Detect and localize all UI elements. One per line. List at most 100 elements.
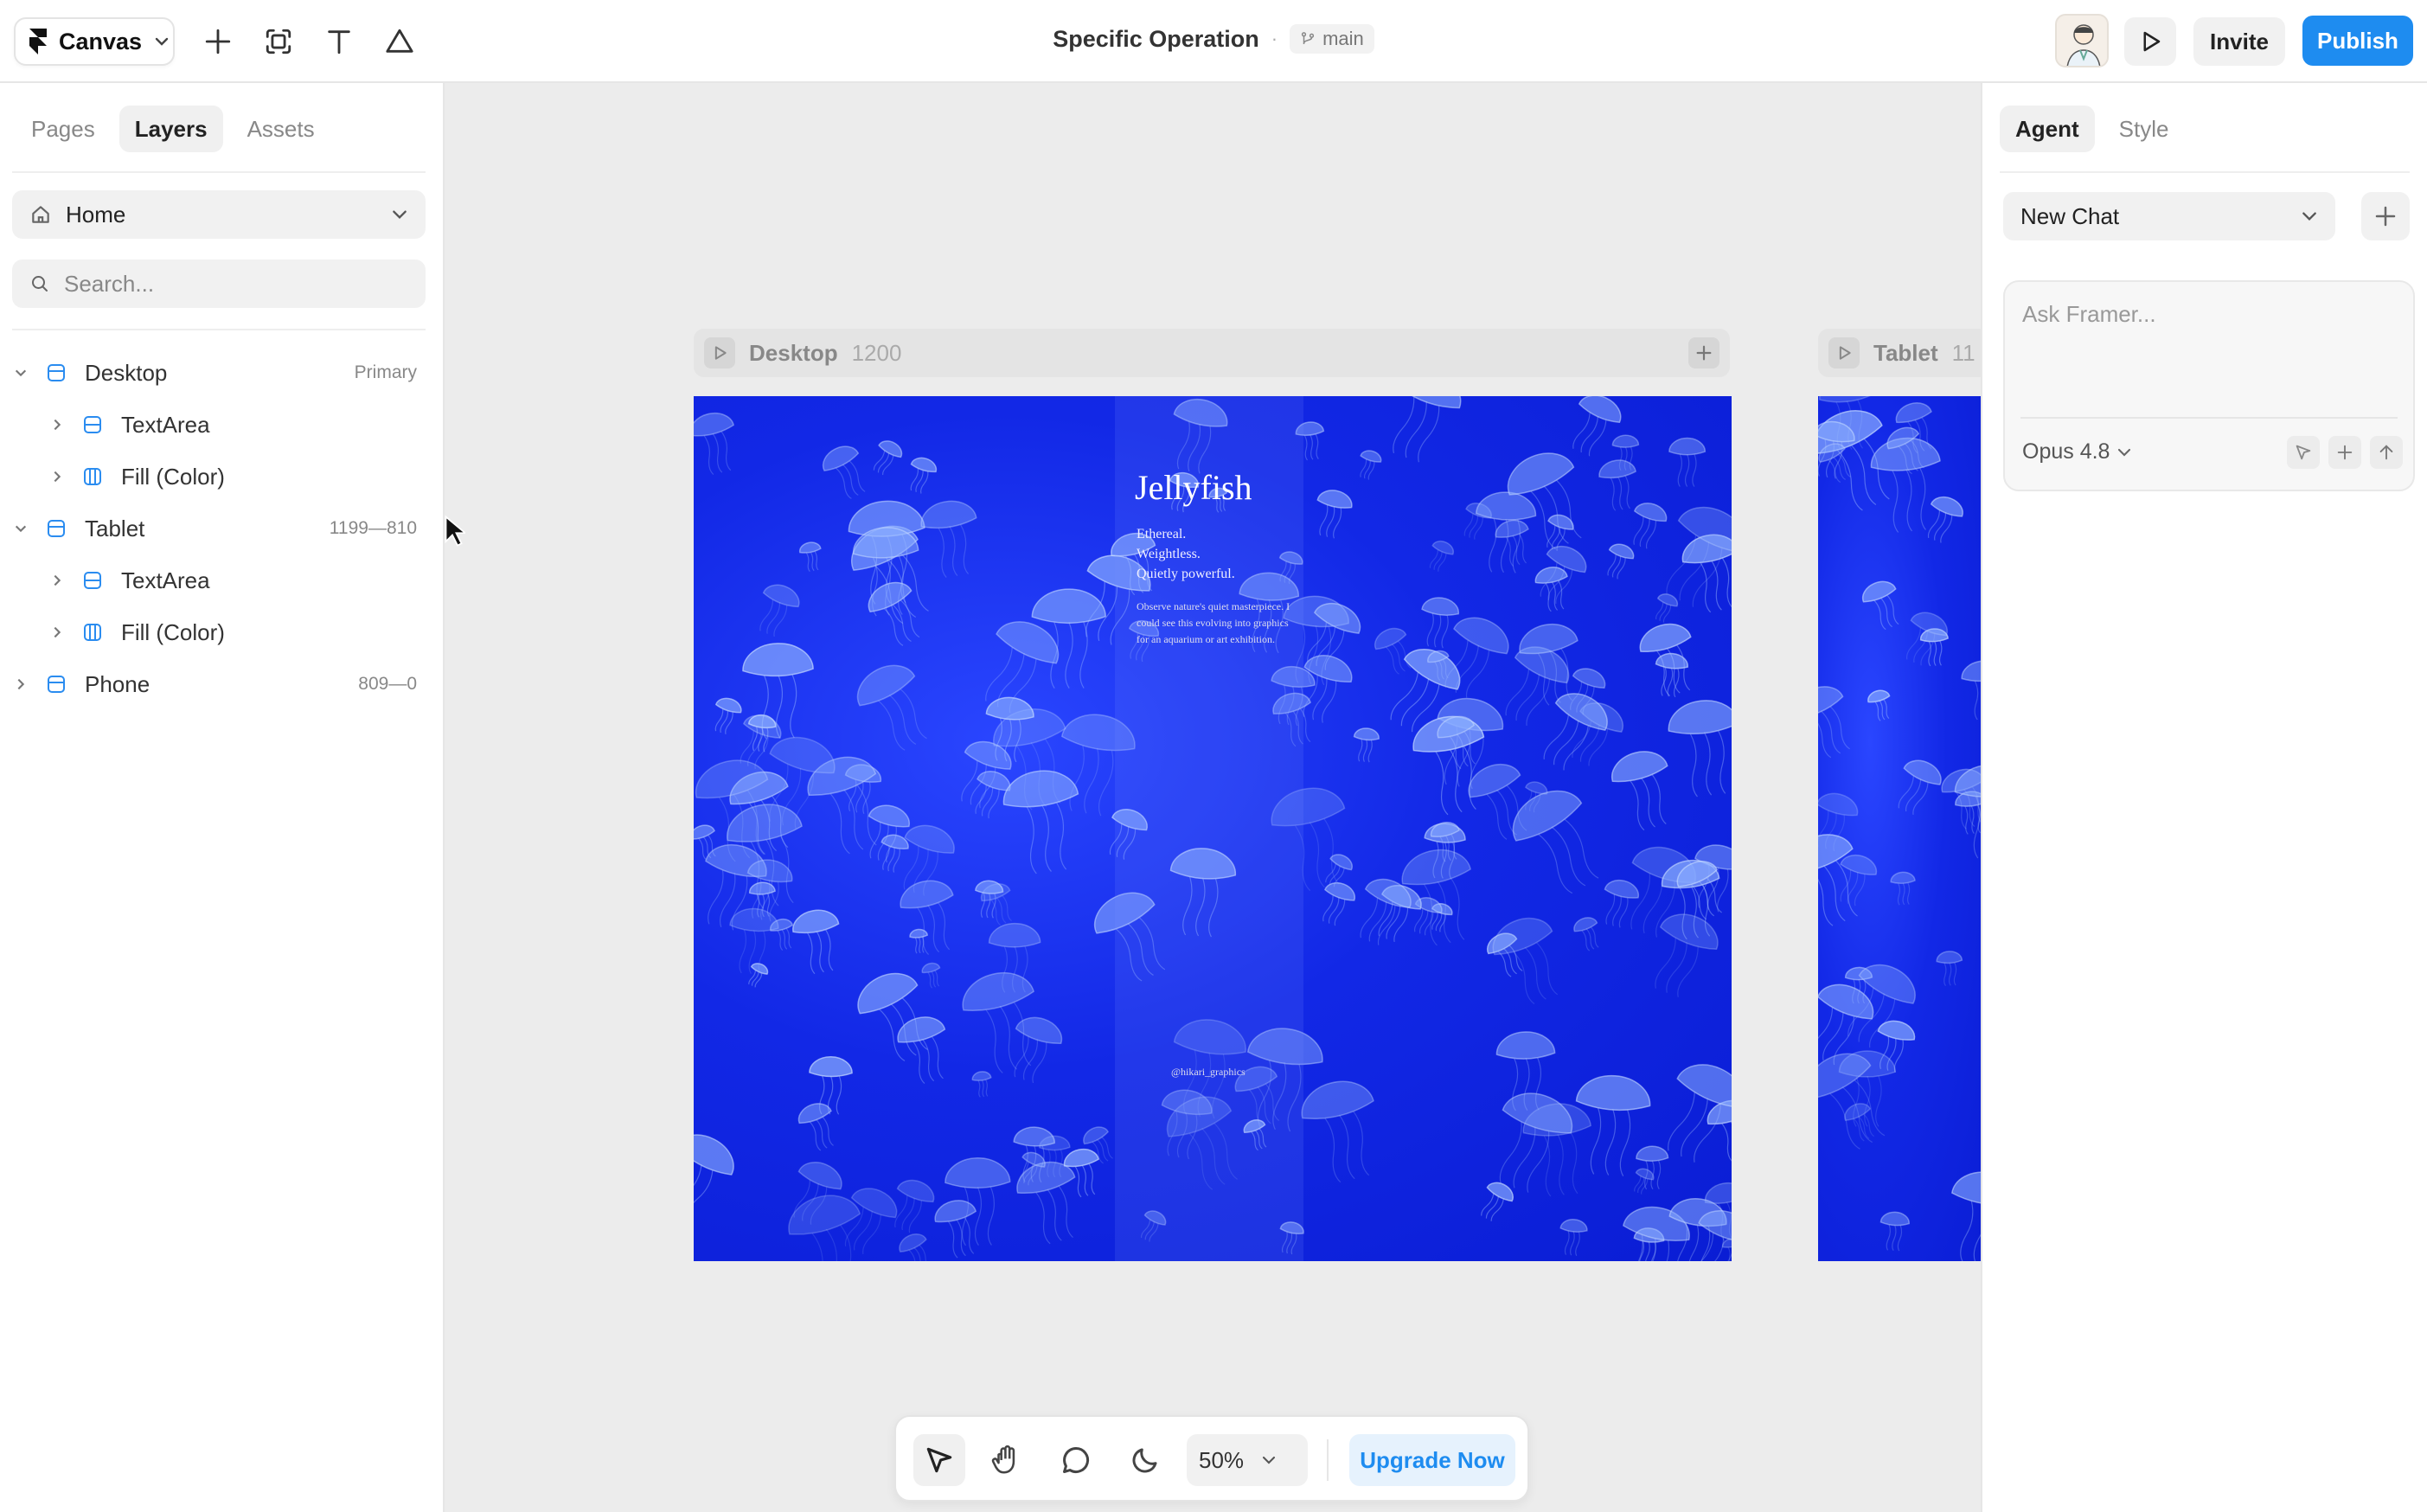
jellyfish-shape <box>1534 567 1568 612</box>
add-breakpoint-button[interactable] <box>1688 337 1719 368</box>
tab-agent[interactable]: Agent <box>2000 106 2095 152</box>
layer-row-phone[interactable]: Phone 809—0 <box>12 661 426 708</box>
search-input[interactable] <box>64 270 393 298</box>
tab-style[interactable]: Style <box>2104 106 2185 152</box>
page-select[interactable]: Home <box>12 190 426 239</box>
select-element-button[interactable] <box>2287 436 2320 469</box>
upgrade-button[interactable]: Upgrade Now <box>1349 1434 1515 1486</box>
panel-divider <box>12 171 426 173</box>
layer-row-fill-color[interactable]: Fill (Color) <box>12 453 426 500</box>
branch-name: main <box>1322 28 1364 49</box>
play-icon <box>714 346 727 360</box>
insert-tool-button[interactable] <box>199 22 237 61</box>
chat-select[interactable]: New Chat <box>2003 192 2335 240</box>
layer-row-tablet[interactable]: Tablet 1199—810 <box>12 505 426 552</box>
frame-layer-icon <box>48 520 65 537</box>
desktop-frame-artwork[interactable]: Jellyfish Ethereal. Weightless. Quietly … <box>694 396 1732 1261</box>
artwork-tagline: Ethereal. Weightless. Quietly powerful. <box>1137 524 1292 584</box>
jellyfish-shape <box>1668 437 1707 487</box>
preview-button[interactable] <box>2124 17 2176 66</box>
chevron-right-icon[interactable] <box>12 676 29 693</box>
jellyfish-shape <box>1890 871 1916 906</box>
jellyfish-shape <box>900 880 954 955</box>
jellyfish-shape <box>1668 700 1732 798</box>
plus-icon <box>1696 345 1712 361</box>
jellyfish-shape <box>797 1103 834 1151</box>
jellyfish-shape <box>1879 1211 1911 1252</box>
moon-icon <box>1132 1448 1157 1473</box>
chevron-down-icon <box>393 210 407 219</box>
select-tool-button[interactable] <box>913 1434 965 1486</box>
branch-badge[interactable]: main <box>1290 24 1374 54</box>
panel-divider <box>2000 171 2410 173</box>
frame-tool-button[interactable] <box>259 22 298 61</box>
app-menu-button[interactable]: Canvas <box>14 17 175 66</box>
jellyfish-shape <box>1002 770 1079 875</box>
mouse-cursor-icon <box>445 516 465 547</box>
chevron-right-icon[interactable] <box>48 624 66 641</box>
composer-divider <box>2020 417 2398 419</box>
comment-tool-button[interactable] <box>1050 1434 1102 1486</box>
tab-assets[interactable]: Assets <box>232 106 330 152</box>
jellyfish-shape <box>971 1071 992 1098</box>
jellyfish-shape <box>1607 543 1635 580</box>
chat-select-value: New Chat <box>2020 202 2120 229</box>
frame-name: Tablet <box>1873 339 1938 366</box>
zoom-select[interactable]: 50% <box>1187 1434 1308 1486</box>
model-select[interactable]: Opus 4.8 <box>2022 439 2132 464</box>
vector-tool-button[interactable] <box>381 22 419 61</box>
jellyfish-shape <box>748 963 769 988</box>
frame-preview-button[interactable] <box>704 337 735 368</box>
invite-button[interactable]: Invite <box>2193 17 2285 66</box>
frame-header-tablet[interactable]: Tablet 11 <box>1818 329 1991 377</box>
plus-icon <box>205 29 231 54</box>
arrow-up-icon <box>2379 445 2393 460</box>
pointer-icon <box>926 1447 952 1473</box>
layer-row-fill-color[interactable]: Fill (Color) <box>12 609 426 656</box>
frame-preview-button[interactable] <box>1828 337 1860 368</box>
tagline-line: Weightless. <box>1137 547 1201 561</box>
chevron-right-icon[interactable] <box>48 416 66 433</box>
layer-name: TextArea <box>121 567 210 593</box>
jellyfish-shape <box>921 962 941 989</box>
chevron-down-icon[interactable] <box>12 364 29 381</box>
columns-layer-icon <box>84 468 101 485</box>
jellyfish-shape <box>1301 1080 1374 1183</box>
layers-panel: Pages Layers Assets Home Search... Deskt… <box>0 83 445 1512</box>
text-tool-button[interactable] <box>320 22 358 61</box>
attach-button[interactable] <box>2328 436 2361 469</box>
tablet-frame-artwork[interactable] <box>1818 396 1991 1261</box>
ask-composer: Opus 4.8 <box>2003 280 2415 491</box>
chevron-down-icon[interactable] <box>12 520 29 537</box>
layer-row-textarea[interactable]: TextArea <box>12 557 426 604</box>
jellyfish-shape <box>822 445 866 499</box>
hand-tool-button[interactable] <box>981 1434 1033 1486</box>
jellyfish-shape <box>798 541 822 573</box>
layer-search[interactable] <box>12 259 426 308</box>
jellyfish-shape <box>694 412 734 475</box>
document-title[interactable]: Specific Operation <box>1053 26 1259 53</box>
theme-toggle-button[interactable] <box>1119 1434 1171 1486</box>
artwork-body-text: Observe nature's quiet masterpiece. I co… <box>1137 600 1290 645</box>
send-button[interactable] <box>2370 436 2403 469</box>
jellyfish-shape <box>868 581 920 646</box>
tab-layers[interactable]: Layers <box>118 106 223 152</box>
agent-panel: Agent Style New Chat Opus 4.8 <box>1981 83 2427 1512</box>
layer-row-desktop[interactable]: Desktop Primary <box>12 349 426 396</box>
frame-header-desktop[interactable]: Desktop 1200 <box>694 329 1730 377</box>
play-icon <box>1839 346 1851 360</box>
tab-pages[interactable]: Pages <box>16 106 111 152</box>
layer-name: Fill (Color) <box>121 618 225 645</box>
jellyfish-shape <box>856 664 927 751</box>
chevron-right-icon[interactable] <box>48 468 66 485</box>
frame-width: 11 <box>1951 339 1976 366</box>
user-avatar[interactable] <box>2055 14 2109 67</box>
publish-button[interactable]: Publish <box>2302 16 2413 66</box>
avatar-illustration-icon <box>2066 24 2101 66</box>
ask-input[interactable] <box>2022 301 2394 413</box>
layer-row-textarea[interactable]: TextArea <box>12 401 426 448</box>
new-chat-button[interactable] <box>2361 192 2410 240</box>
toolbar-divider <box>1327 1439 1329 1481</box>
jellyfish-shape <box>1862 580 1899 631</box>
chevron-right-icon[interactable] <box>48 572 66 589</box>
